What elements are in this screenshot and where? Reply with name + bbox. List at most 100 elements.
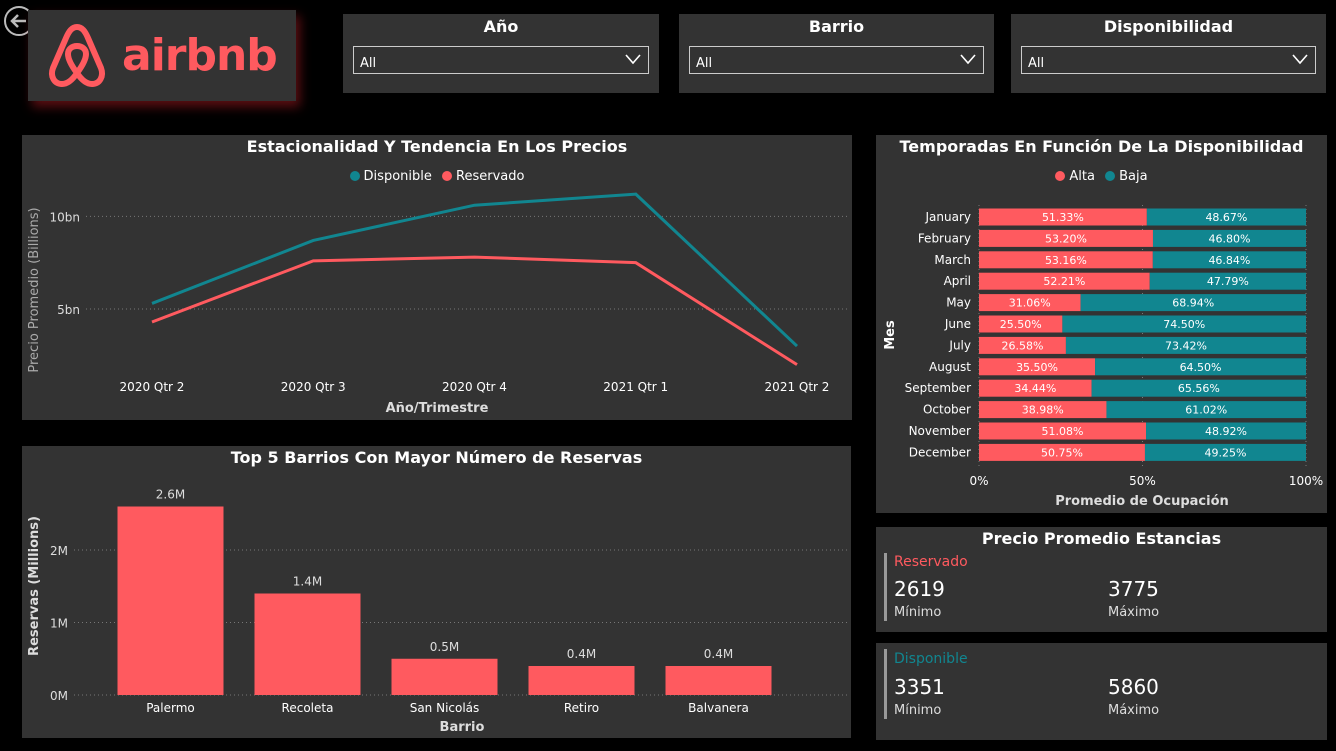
month-label: May <box>946 296 971 310</box>
x-tick-label: 50% <box>1129 474 1156 488</box>
stacked-chart-xlabel: Promedio de Ocupación <box>1055 494 1229 509</box>
x-tick-label: 2020 Qtr 4 <box>442 380 507 394</box>
y-tick-label: 0M <box>50 689 68 703</box>
stacked-chart-panel: Temporadas En Función De La Disponibilid… <box>876 135 1327 513</box>
year-slicer-title: Año <box>483 17 519 36</box>
x-tick-label: 2020 Qtr 3 <box>281 380 346 394</box>
x-tick-label: San Nicolás <box>410 701 480 715</box>
month-label: November <box>909 424 971 438</box>
y-tick-label: 10bn <box>50 210 81 224</box>
kpi-divider <box>884 649 887 719</box>
bar-data-label: 2.6M <box>156 488 185 502</box>
bar-chart-ylabel: Reservas (Millions) <box>27 516 42 656</box>
year-dropdown[interactable]: All <box>353 46 649 74</box>
logo-text: airbnb <box>122 30 278 81</box>
chevron-down-icon <box>1292 54 1308 65</box>
disponibilidad-dropdown-value: All <box>1028 56 1045 71</box>
x-tick-label: Palermo <box>146 701 195 715</box>
disponibilidad-slicer-title: Disponibilidad <box>1103 17 1234 36</box>
bar-data-label: 53.16% <box>1045 254 1087 267</box>
bar-data-label: 50.75% <box>1041 446 1083 459</box>
barrio-dropdown[interactable]: All <box>689 46 984 74</box>
line-chart-svg: Precio Promedio (Billions) Año/Trimestre… <box>27 192 848 416</box>
y-tick-label: 5bn <box>57 303 80 317</box>
bar-chart-xlabel: Barrio <box>440 720 485 735</box>
bar-data-label: 35.50% <box>1016 361 1058 374</box>
bar-data-label: 38.98% <box>1022 404 1064 417</box>
bar-data-label: 65.56% <box>1178 382 1220 395</box>
airbnb-belo-icon <box>49 23 105 87</box>
line-chart-panel: Estacionalidad Y Tendencia En Los Precio… <box>22 135 852 420</box>
bar-data-label: 0.5M <box>430 640 459 654</box>
bar-data-label: 73.42% <box>1165 339 1207 352</box>
bar-data-label: 26.58% <box>1001 339 1043 352</box>
y-tick-label: 2M <box>50 544 68 558</box>
month-label: June <box>944 317 971 331</box>
month-label: February <box>918 231 971 245</box>
bar-balvanera <box>665 666 772 695</box>
bar-data-label: 51.08% <box>1042 425 1084 438</box>
bar-data-label: 0.4M <box>567 647 596 661</box>
kpi-disponible-max-label: Máximo <box>1108 703 1160 718</box>
kpi-disponible-panel: Disponible 3351 Mínimo 5860 Máximo <box>876 643 1327 740</box>
bar-data-label: 47.79% <box>1207 275 1249 288</box>
bar-chart-svg: Reservas (Millions) Barrio 0M 1M 2M 2.6M Pal… <box>27 488 848 735</box>
month-label: July <box>948 338 971 352</box>
x-tick-label: 0% <box>969 474 988 488</box>
kpi-reservado-label: Reservado <box>894 554 968 570</box>
bar-data-label: 46.80% <box>1209 232 1251 245</box>
barrio-dropdown-value: All <box>696 56 713 71</box>
bar-data-label: 52.21% <box>1043 275 1085 288</box>
month-label: April <box>944 274 971 288</box>
kpi-title: Precio Promedio Estancias <box>981 529 1222 548</box>
bar-data-label: 64.50% <box>1180 361 1222 374</box>
kpi-disponible-label: Disponible <box>894 651 968 667</box>
x-tick-label: 2021 Qtr 1 <box>603 380 668 394</box>
line-chart-ylabel: Precio Promedio (Billions) <box>27 207 42 372</box>
month-label: March <box>934 253 971 267</box>
bar-data-label: 0.4M <box>704 647 733 661</box>
bar-data-label: 68.94% <box>1172 297 1214 310</box>
x-tick-label: 2020 Qtr 2 <box>120 380 185 394</box>
kpi-disponible-max: 5860 <box>1108 675 1159 699</box>
kpi-reservado-max-label: Máximo <box>1108 605 1160 620</box>
bar-data-label: 48.92% <box>1205 425 1247 438</box>
disponibilidad-dropdown[interactable]: All <box>1021 46 1316 74</box>
bar-data-label: 1.4M <box>293 575 322 589</box>
bar-data-label: 53.20% <box>1045 232 1087 245</box>
bar-data-label: 34.44% <box>1014 382 1056 395</box>
bar-data-label: 74.50% <box>1163 318 1205 331</box>
bar-data-label: 31.06% <box>1009 297 1051 310</box>
bar-chart-panel: Top 5 Barrios Con Mayor Número de Reserv… <box>22 446 851 738</box>
bar-data-label: 51.33% <box>1042 211 1084 224</box>
y-tick-label: 1M <box>50 617 68 631</box>
bar-retiro <box>528 666 635 695</box>
kpi-reservado-panel: Precio Promedio Estancias Reservado 2619… <box>876 527 1327 632</box>
airbnb-logo: airbnb <box>28 10 296 101</box>
chevron-down-icon <box>625 54 641 65</box>
stacked-chart-ylabel: Mes <box>883 320 898 350</box>
barrio-slicer: Barrio All <box>679 14 994 93</box>
kpi-reservado-min: 2619 <box>894 577 945 601</box>
stacked-chart-svg: Mes Promedio de Ocupación 0% 50% 100% Janua… <box>883 205 1323 509</box>
month-label: August <box>929 360 971 374</box>
month-label: October <box>923 403 971 417</box>
month-label: January <box>925 210 972 224</box>
bar-data-label: 48.67% <box>1205 211 1247 224</box>
bar-recoleta <box>254 593 361 695</box>
kpi-reservado-max: 3775 <box>1108 577 1159 601</box>
chevron-down-icon <box>960 54 976 65</box>
barrio-slicer-title: Barrio <box>808 17 865 36</box>
x-tick-label: Recoleta <box>282 701 334 715</box>
line-chart-xlabel: Año/Trimestre <box>386 401 489 416</box>
year-dropdown-value: All <box>360 56 377 71</box>
bar-data-label: 25.50% <box>1000 318 1042 331</box>
bar-palermo <box>117 506 224 695</box>
series-line-disponible <box>151 192 799 348</box>
bar-data-label: 46.84% <box>1208 254 1250 267</box>
kpi-reservado-min-label: Mínimo <box>894 605 942 620</box>
kpi-disponible-min-label: Mínimo <box>894 703 942 718</box>
month-label: December <box>909 445 971 459</box>
disponibilidad-slicer: Disponibilidad All <box>1011 14 1326 93</box>
kpi-disponible-min: 3351 <box>894 675 945 699</box>
